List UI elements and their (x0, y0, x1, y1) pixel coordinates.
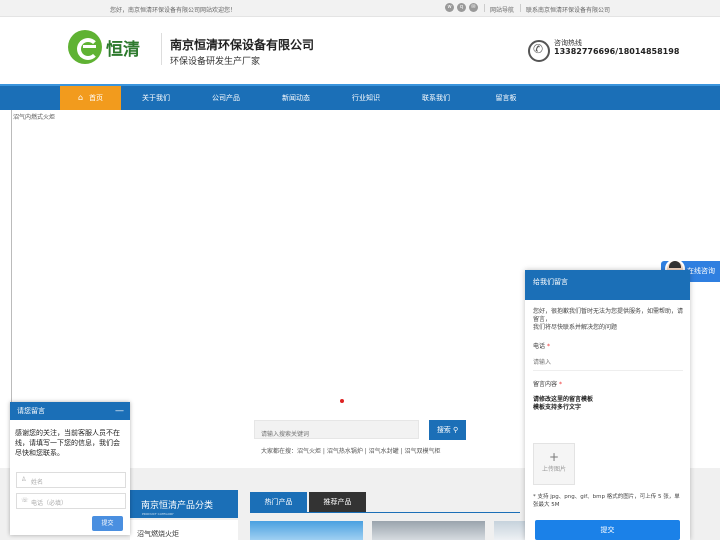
message-panel: 给我们留言 您好，很抱歉我们暂时无法为您提供服务，如需帮助，请留言， 我们将尽快… (525, 270, 690, 540)
content-label-text: 留言内容 (533, 381, 558, 388)
banner-alt-text: 沼气内燃式火炬 (13, 114, 56, 121)
qq-icon[interactable]: q (457, 3, 466, 12)
content-label: 留言内容 * (533, 381, 562, 388)
nav-about[interactable]: 关于我们 (121, 86, 191, 110)
chat-header: 请您留言 — (10, 402, 130, 420)
header: 恒清 南京恒清环保设备有限公司 环保设备研发生产厂家 咨询热线 13382776… (0, 17, 720, 84)
phone-small-icon: ☏ (21, 497, 29, 504)
top-bar: 您好，南京恒清环保设备有限公司网站欢迎您！ w q ✉ 网站导航 联系南京恒清环… (0, 0, 720, 17)
main-nav: ⌂ 首页 关于我们 公司产品 新闻动态 行业知识 联系我们 留言板 (0, 84, 720, 110)
site-nav-link[interactable]: 网站导航 (490, 5, 514, 14)
minimize-icon[interactable]: — (115, 402, 124, 420)
divider (161, 33, 162, 65)
chat-popup-left: 请您留言 — 感谢您的关注，当前客服人员不在线，请填写一下您的信息，我们会尽快和… (10, 402, 130, 535)
slider-dot[interactable] (340, 399, 344, 403)
search-button[interactable]: 搜索 ⚲ (429, 420, 466, 440)
banner-edge (11, 110, 12, 450)
chat-title: 请您留言 (17, 407, 45, 415)
phone-label: 电话 * (533, 343, 550, 350)
message-submit-button[interactable]: 提交 (535, 520, 680, 540)
search-button-label: 搜索 (436, 426, 451, 434)
message-intro: 您好，很抱歉我们暂时无法为您提供服务，如需帮助，请留言， 我们将尽快联系并解决您… (533, 308, 684, 331)
contact-company-link[interactable]: 联系南京恒清环保设备有限公司 (526, 5, 610, 14)
divider (520, 4, 521, 12)
upload-image-button[interactable]: + 上传图片 (533, 443, 575, 485)
welcome-text: 您好，南京恒清环保设备有限公司网站欢迎您！ (110, 7, 237, 14)
nav-products[interactable]: 公司产品 (191, 86, 261, 110)
weibo-icon[interactable]: w (445, 3, 454, 12)
nav-home[interactable]: ⌂ 首页 (60, 86, 121, 110)
search-icon: ⚲ (453, 426, 459, 434)
category-header: 南京恒清产品分类 PRODUCT CATEGORY (130, 490, 238, 518)
phone-label-text: 电话 (533, 343, 546, 350)
wechat-icon[interactable]: ✉ (469, 3, 478, 12)
divider (533, 370, 683, 371)
phone-placeholder: 电话（必填） (31, 500, 68, 507)
name-field[interactable]: ♙ 姓名 (16, 472, 126, 488)
nav-industry[interactable]: 行业知识 (331, 86, 401, 110)
category-item[interactable]: 沼气燃烧火炬 (130, 520, 238, 540)
phone-field[interactable]: ☏ 电话（必填） (16, 493, 126, 509)
category-subtitle: PRODUCT CATEGORY (142, 512, 174, 516)
nav-news[interactable]: 新闻动态 (261, 86, 331, 110)
product-thumbnail[interactable] (372, 521, 485, 540)
name-placeholder: 姓名 (31, 479, 44, 486)
online-label: 在线咨询 (687, 267, 715, 275)
search-hints[interactable]: 大家都在搜：沼气火炬 | 沼气热水锅炉 | 沼气水封罐 | 沼气双模气柜 (261, 446, 441, 455)
phone-icon (528, 40, 550, 62)
logo-icon[interactable] (68, 30, 102, 64)
chat-message: 感谢您的关注，当前客服人员不在线，请填写一下您的信息，我们会尽快和您联系。 (15, 429, 120, 457)
category-title: 南京恒清产品分类 (141, 501, 214, 511)
search-input-wrap (254, 420, 419, 443)
divider (484, 4, 485, 12)
slogan: 环保设备研发生产厂家 (170, 57, 261, 67)
plus-icon: + (548, 450, 560, 464)
upload-label: 上传图片 (541, 466, 566, 473)
nav-contact[interactable]: 联系我们 (401, 86, 471, 110)
hotline-number: 13382776696/18014858198 (554, 47, 680, 56)
nav-label: 首页 (89, 94, 104, 102)
product-thumbnail[interactable] (250, 521, 363, 540)
upload-note: * 支持 jpg、png、gif、bmp 格式的图片，可上传 5 张，单张最大 … (533, 494, 680, 508)
user-icon: ♙ (21, 476, 27, 483)
home-icon: ⌂ (77, 93, 84, 102)
product-thumbnail[interactable] (494, 521, 525, 540)
submit-button[interactable]: 提交 (92, 516, 123, 531)
content-textarea[interactable]: 请修改这里的留言模板 模板支持多行文字 (533, 396, 593, 412)
tab-underline (250, 512, 520, 513)
logo-text[interactable]: 恒清 (106, 35, 140, 60)
message-panel-header: 给我们留言 (525, 270, 690, 300)
tab-hot-products[interactable]: 热门产品 (250, 492, 307, 512)
phone-input[interactable]: 请输入 (533, 357, 551, 366)
search-input[interactable] (255, 426, 418, 443)
social-icons: w q ✉ (445, 3, 478, 12)
nav-guestbook[interactable]: 留言板 (471, 86, 541, 110)
company-name: 南京恒清环保设备有限公司 (170, 38, 315, 52)
tab-recommended-products[interactable]: 推荐产品 (309, 492, 366, 512)
